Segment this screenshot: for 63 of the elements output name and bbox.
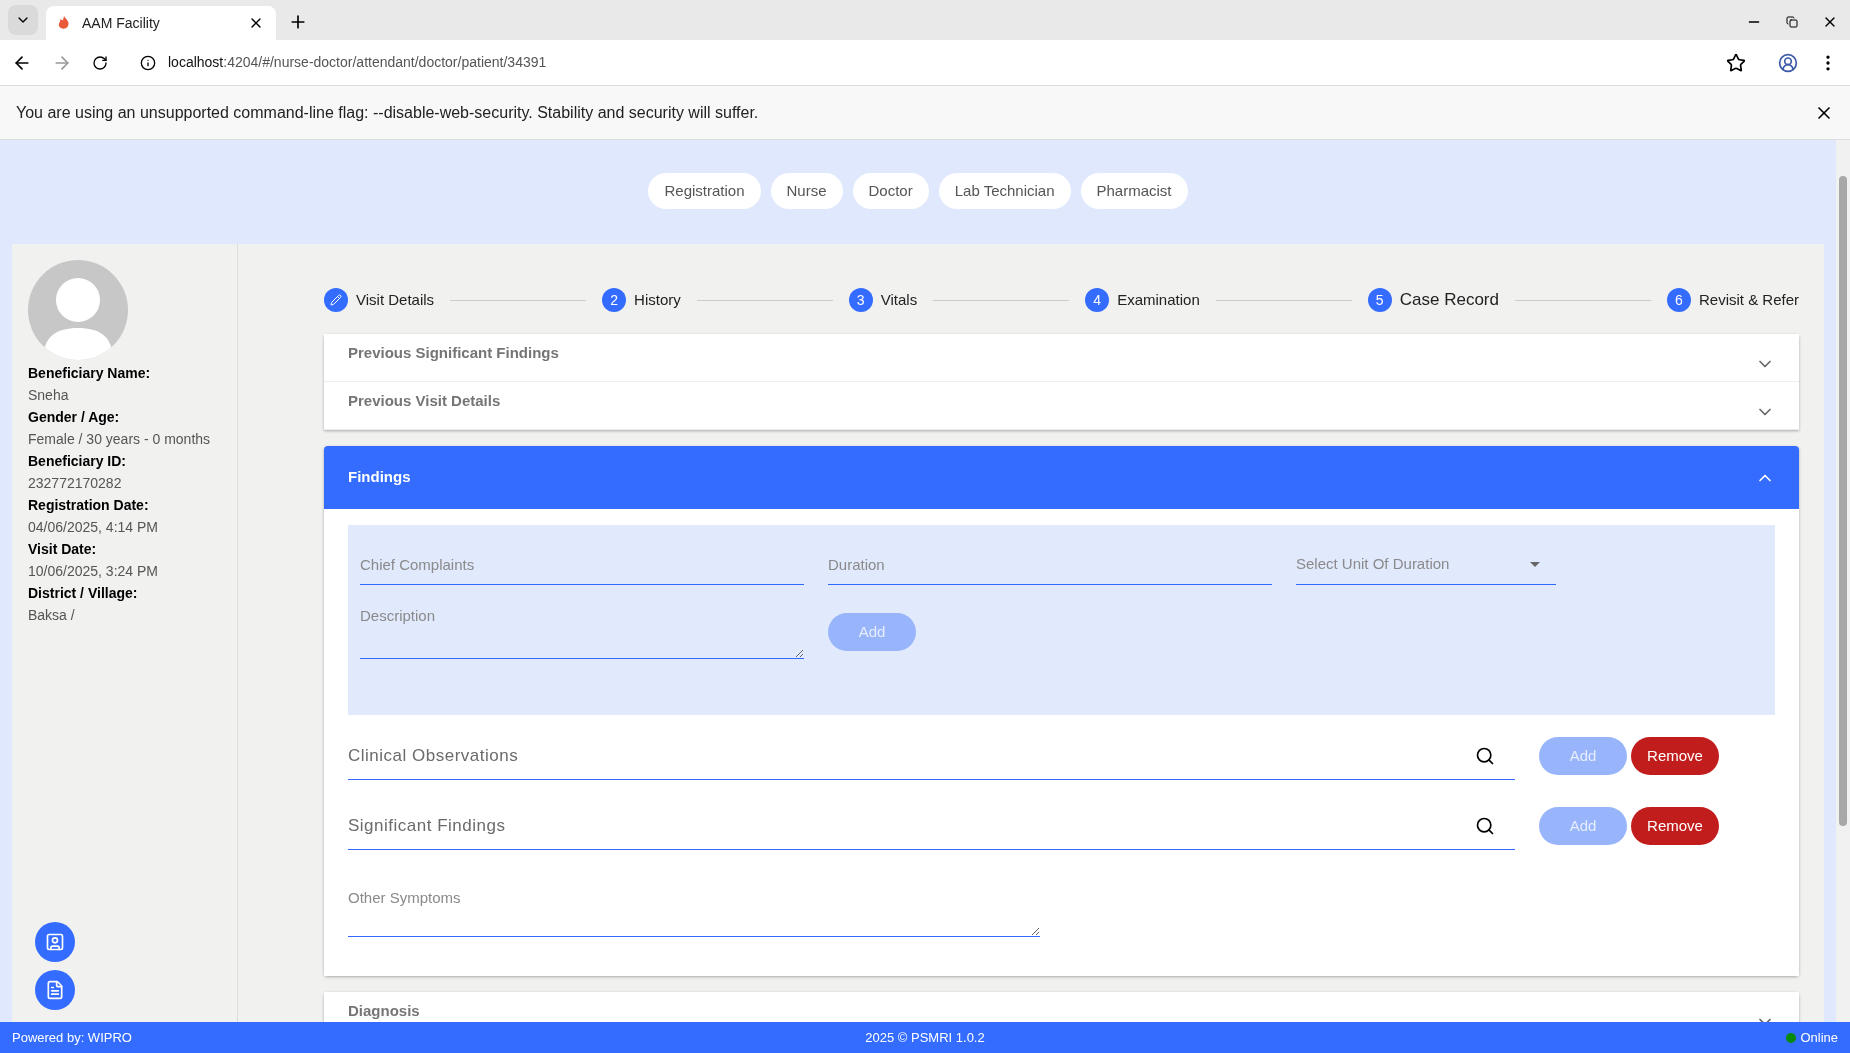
field-value: 04/06/2025, 4:14 PM (28, 518, 159, 537)
role-tab[interactable]: Registration (648, 173, 761, 209)
field-label: Beneficiary ID: (28, 452, 128, 471)
accordion-header[interactable]: Findings (324, 446, 1799, 509)
stepper-step[interactable]: 6 Revisit & Refer (1666, 288, 1799, 312)
stepper-step[interactable]: 4 Examination (1085, 288, 1200, 312)
role-tab[interactable]: Pharmacist (1080, 173, 1188, 209)
role-tab[interactable]: Lab Technician (938, 173, 1071, 209)
restore-icon[interactable] (1786, 16, 1798, 28)
search-icon (1475, 815, 1495, 836)
field-value: 232772170282 (28, 474, 123, 493)
step-number: 4 (1085, 288, 1110, 312)
dropdown-arrow-icon (1530, 562, 1540, 567)
stepper-step[interactable]: 3 Vitals (848, 288, 918, 312)
step-number: 6 (1666, 288, 1691, 312)
accordion-header[interactable]: Diagnosis (324, 992, 1799, 1022)
powered-by-text: Powered by: WIPRO (12, 1029, 132, 1045)
flame-logo-icon (58, 16, 70, 30)
field-value: 10/06/2025, 3:24 PM (28, 562, 159, 581)
description-field[interactable]: Description (360, 605, 804, 659)
role-tab[interactable]: Doctor (852, 173, 929, 209)
tab-title: AAM Facility (82, 13, 161, 33)
scrollbar[interactable] (1836, 140, 1850, 1022)
field-label: District / Village: (28, 584, 139, 603)
accordion-header[interactable]: Previous Visit Details (324, 382, 1799, 430)
search-field[interactable]: Significant Findings (348, 802, 1515, 850)
warning-text: You are using an unsupported command-line flag: --disable-web-security. Stability and security will suffer. (16, 102, 759, 123)
document-button[interactable] (35, 970, 75, 1010)
search-field[interactable]: Clinical Observations (348, 732, 1515, 780)
role-tab[interactable]: Nurse (770, 173, 843, 209)
field-value: Baksa / (28, 606, 76, 625)
remove-button[interactable]: Remove (1631, 737, 1719, 775)
document-icon (45, 980, 65, 1000)
browser-tab[interactable]: AAM Facility (46, 6, 276, 40)
field-label: Visit Date: (28, 540, 98, 559)
step-number: 2 (602, 288, 627, 312)
stepper-step[interactable]: 5 Case Record (1367, 287, 1499, 313)
status-text: Online (1800, 1028, 1838, 1047)
contact-card-icon (45, 932, 65, 952)
profile-icon[interactable] (1778, 52, 1798, 73)
info-icon (140, 54, 156, 71)
stepper-step[interactable]: Visit Details (324, 288, 435, 312)
copyright-text: 2025 © PSMRI 1.0.2 (865, 1028, 985, 1047)
reload-icon[interactable] (92, 54, 108, 71)
contact-card-button[interactable] (35, 922, 75, 962)
pencil-icon (324, 288, 348, 312)
remove-button[interactable]: Remove (1631, 807, 1719, 845)
step-number: 3 (848, 288, 873, 312)
star-icon[interactable] (1726, 52, 1746, 73)
field-label: Gender / Age: (28, 408, 121, 427)
search-icon (1475, 745, 1495, 766)
stepper-step[interactable]: 2 History (602, 288, 681, 312)
field-label: Beneficiary Name: (28, 364, 152, 383)
other-symptoms-field[interactable]: Other Symptoms (348, 887, 1040, 937)
url-text: localhost:4204/#/nurse-doctor/attendant/doctor/patient/34391 (168, 53, 547, 72)
duration-field[interactable]: Duration (828, 545, 1272, 585)
tab-list-button[interactable] (8, 5, 38, 35)
accordion-header[interactable]: Previous Significant Findings (324, 334, 1799, 382)
step-number: 5 (1367, 288, 1392, 312)
field-value: Sneha (28, 386, 70, 405)
chief-complaints-field[interactable]: Chief Complaints (360, 545, 804, 585)
field-value: Female / 30 years - 0 months (28, 430, 212, 449)
field-label: Registration Date: (28, 496, 150, 515)
